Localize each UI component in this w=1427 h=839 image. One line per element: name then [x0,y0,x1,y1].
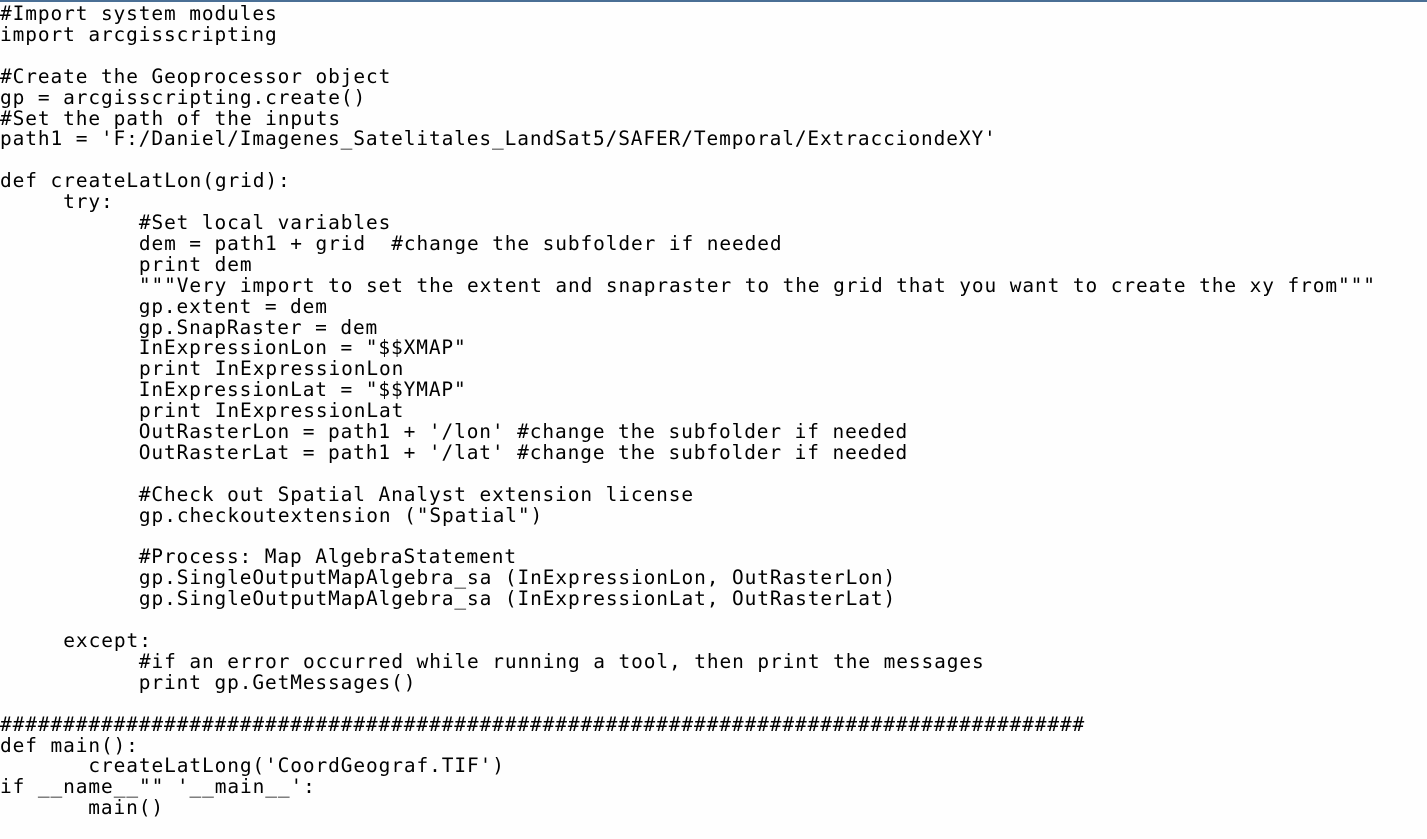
code-line: dem = path1 + grid #change the subfolder… [0,232,783,255]
code-line: gp.checkoutextension ("Spatial") [0,504,544,527]
code-line: gp.SingleOutputMapAlgebra_sa (InExpressi… [0,566,897,589]
code-line: #Process: Map AlgebraStatement [0,545,517,568]
code-line: ########################################… [0,713,1086,736]
code-line: main() [0,796,164,819]
code-line: #if an error occurred while running a to… [0,650,985,673]
code-line: InExpressionLon = "$$XMAP" [0,336,467,359]
code-line: except: [0,629,152,652]
code-line: def main(): [0,734,139,757]
code-line: #Set the path of the inputs [0,107,341,130]
code-line: path1 = 'F:/Daniel/Imagenes_Satelitales_… [0,127,997,150]
code-line: #Check out Spatial Analyst extension lic… [0,483,694,506]
code-line: """Very import to set the extent and sna… [0,274,1376,297]
code-line: import arcgisscripting [0,23,278,46]
code-line: print gp.GetMessages() [0,671,417,694]
code-line: OutRasterLon = path1 + '/lon' #change th… [0,420,909,443]
code-line: if __name__"" '__main__': [0,775,316,798]
code-line: gp.SnapRaster = dem [0,316,379,339]
code-line: createLatLong('CoordGeograf.TIF') [0,754,505,777]
code-line: print dem [0,253,253,276]
code-line: InExpressionLat = "$$YMAP" [0,378,467,401]
code-line: try: [0,190,114,213]
code-line: print InExpressionLat [0,399,405,422]
code-line: gp = arcgisscripting.create() [0,86,367,109]
code-line: print InExpressionLon [0,357,405,380]
code-editor[interactable]: #Import system modules import arcgisscrip… [0,3,1427,839]
code-line: #Set local variables [0,211,392,234]
code-line: def createLatLon(grid): [0,169,291,192]
code-line: #Import system modules [0,2,278,25]
code-line: gp.extent = dem [0,295,328,318]
code-line: #Create the Geoprocessor object [0,65,392,88]
code-line: OutRasterLat = path1 + '/lat' #change th… [0,441,909,464]
code-line: gp.SingleOutputMapAlgebra_sa (InExpressi… [0,587,897,610]
